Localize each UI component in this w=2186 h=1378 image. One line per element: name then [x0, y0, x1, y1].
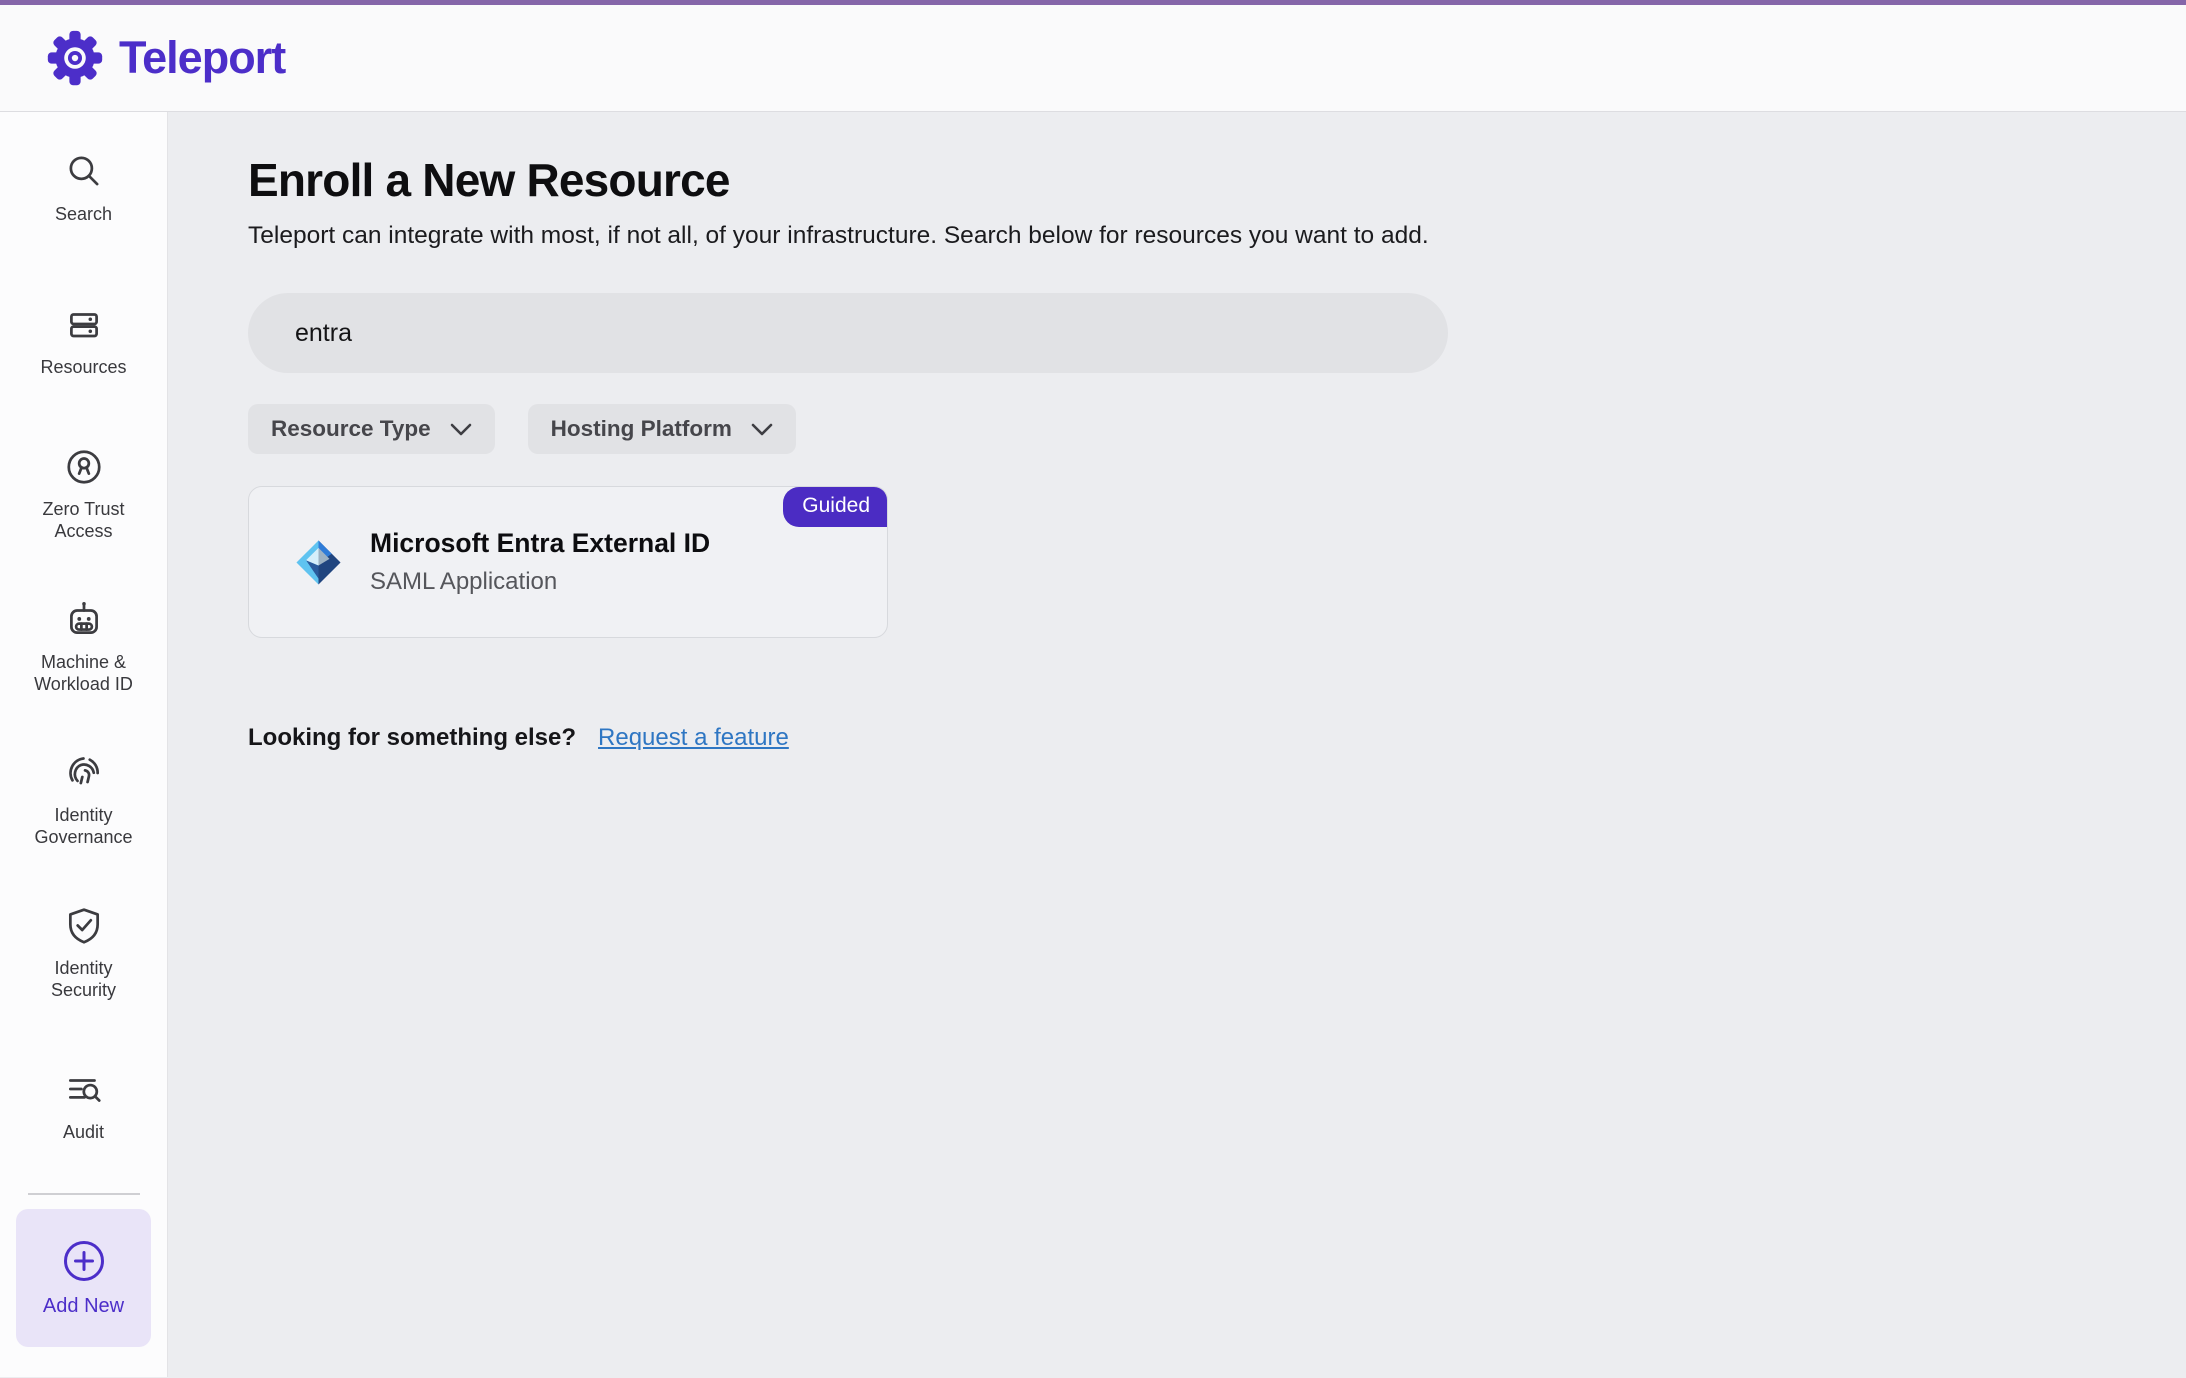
add-new-button[interactable]: Add New	[16, 1209, 151, 1347]
hosting-platform-filter-label: Hosting Platform	[551, 416, 732, 442]
sidebar-item-machine-workload-id[interactable]: Machine & Workload ID	[0, 571, 167, 724]
sidebar-item-label: Identity Security	[25, 958, 143, 1002]
sidebar-item-audit[interactable]: Audit	[0, 1030, 167, 1183]
sidebar-item-label: Search	[55, 204, 112, 226]
sidebar-item-label: Identity Governance	[25, 805, 143, 849]
guided-badge: Guided	[783, 487, 887, 527]
shield-check-icon	[63, 905, 105, 947]
sidebar-item-zero-trust-access[interactable]: Zero Trust Access	[0, 418, 167, 571]
plus-circle-icon	[62, 1239, 106, 1283]
server-stack-icon	[63, 304, 105, 346]
chevron-down-icon	[751, 423, 773, 436]
sidebar-item-label: Resources	[40, 357, 126, 379]
resource-search-box	[248, 293, 1448, 373]
resource-card-microsoft-entra-external-id[interactable]: Guided Microsoft Entra External ID SAML …	[248, 486, 888, 638]
sidebar-item-label: Machine & Workload ID	[25, 652, 143, 696]
sidebar: Search Resources Zero Trust Access	[0, 112, 168, 1377]
resource-type-filter-label: Resource Type	[271, 416, 431, 442]
sidebar-item-identity-governance[interactable]: Identity Governance	[0, 724, 167, 877]
list-search-icon	[63, 1069, 105, 1111]
sidebar-item-label: Zero Trust Access	[25, 499, 143, 543]
page-subtitle: Teleport can integrate with most, if not…	[248, 222, 2126, 250]
resource-card-text: Microsoft Entra External ID SAML Applica…	[370, 528, 710, 596]
resource-card-title: Microsoft Entra External ID	[370, 528, 710, 559]
feature-request-question: Looking for something else?	[248, 724, 576, 752]
search-icon	[63, 151, 105, 193]
sidebar-item-resources[interactable]: Resources	[0, 265, 167, 418]
topbar: Teleport	[0, 5, 2186, 112]
brand-name: Teleport	[119, 32, 285, 84]
sidebar-item-label: Audit	[63, 1122, 104, 1144]
main-content: Enroll a New Resource Teleport can integ…	[168, 112, 2186, 1377]
gear-icon	[45, 28, 105, 88]
filter-row: Resource Type Hosting Platform	[248, 404, 2126, 454]
chevron-down-icon	[450, 423, 472, 436]
sidebar-divider	[28, 1193, 140, 1195]
page-title: Enroll a New Resource	[248, 153, 2126, 207]
add-new-label: Add New	[43, 1295, 124, 1318]
sidebar-item-identity-security[interactable]: Identity Security	[0, 877, 167, 1030]
sidebar-item-search[interactable]: Search	[0, 112, 167, 265]
hosting-platform-filter-button[interactable]: Hosting Platform	[528, 404, 796, 454]
fingerprint-icon	[63, 752, 105, 794]
robot-icon	[63, 599, 105, 641]
keyhole-circle-icon	[63, 446, 105, 488]
teleport-logo[interactable]: Teleport	[45, 28, 285, 88]
resource-card-subtitle: SAML Application	[370, 568, 710, 596]
entra-diamond-icon	[295, 539, 342, 586]
feature-request-row: Looking for something else? Request a fe…	[248, 724, 2126, 752]
resource-search-input[interactable]	[288, 319, 1408, 348]
resource-type-filter-button[interactable]: Resource Type	[248, 404, 495, 454]
request-a-feature-link[interactable]: Request a feature	[598, 724, 789, 752]
